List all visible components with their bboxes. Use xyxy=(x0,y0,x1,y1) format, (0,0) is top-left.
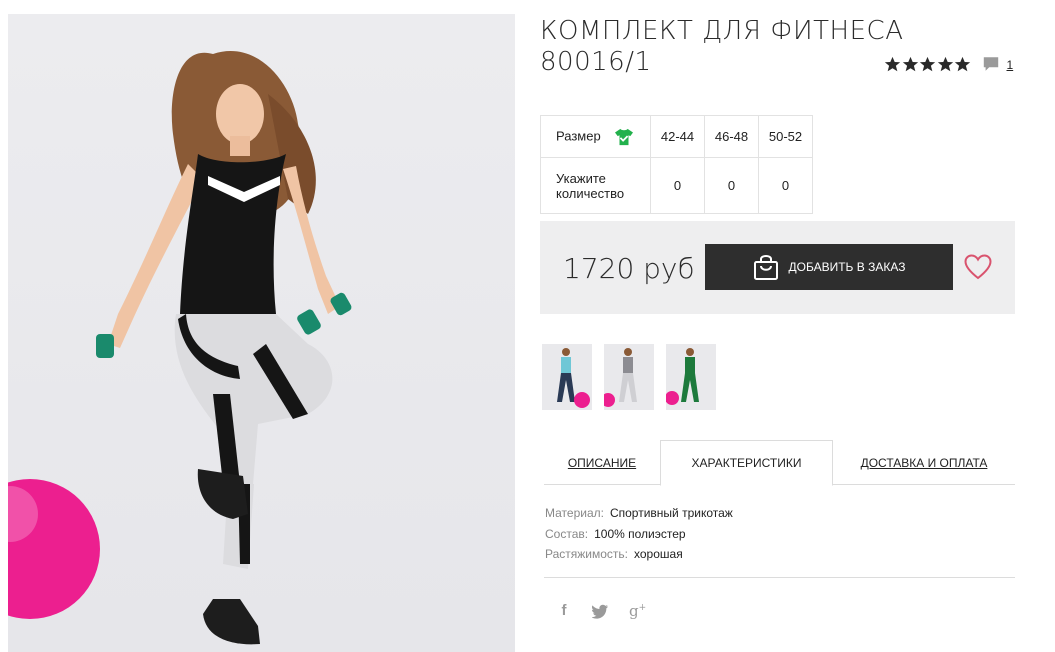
rating: 1 xyxy=(884,56,1013,73)
add-to-order-button[interactable]: ДОБАВИТЬ В ЗАКАЗ xyxy=(705,244,953,290)
tab-delivery-payment-label: ДОСТАВКА И ОПЛАТА xyxy=(860,455,988,470)
divider xyxy=(544,577,1015,578)
size-col: 42-44 xyxy=(650,115,705,158)
characteristics-list: Материал: Спортивный трикотаж Состав: 100%… xyxy=(545,503,733,565)
spec-row: Состав: 100% полиэстер xyxy=(545,524,733,545)
comment-icon[interactable] xyxy=(982,56,1000,73)
tab-characteristics-label: ХАРАКТЕРИСТИКИ xyxy=(691,456,802,470)
quantity-input[interactable]: 0 xyxy=(704,157,759,214)
heart-icon[interactable] xyxy=(964,254,992,280)
tab-description[interactable]: ОПИСАНИЕ xyxy=(544,440,660,485)
buy-box: 1720 руб ДОБАВИТЬ В ЗАКАЗ xyxy=(540,221,1015,314)
star-icon xyxy=(902,56,918,72)
tshirt-size-icon[interactable] xyxy=(614,128,634,146)
spec-key: Материал: xyxy=(545,506,604,520)
size-table: Размер 42-44 46-48 50-52 Укажите количес… xyxy=(540,115,813,214)
thumbnail-gallery xyxy=(542,344,728,410)
share-links: f g+ xyxy=(556,602,665,620)
size-col: 46-48 xyxy=(704,115,759,158)
facebook-icon[interactable]: f xyxy=(556,602,572,620)
spec-key: Состав: xyxy=(545,526,589,541)
tab-description-label: ОПИСАНИЕ xyxy=(567,455,637,470)
spec-value: 100% полиэстер xyxy=(594,526,686,541)
google-plus-icon[interactable]: g+ xyxy=(629,602,646,620)
quantity-label: Укажите количество xyxy=(540,157,651,214)
shopping-bag-icon xyxy=(753,255,778,280)
price: 1720 руб xyxy=(563,252,695,285)
add-to-order-label: ДОБАВИТЬ В ЗАКАЗ xyxy=(788,260,906,274)
spec-key: Растяжимость: xyxy=(545,547,629,561)
thumbnail-image[interactable] xyxy=(542,344,592,410)
tab-characteristics[interactable]: ХАРАКТЕРИСТИКИ xyxy=(660,440,833,486)
model-illustration xyxy=(8,51,352,645)
star-icon xyxy=(919,56,936,72)
spec-value: Спортивный трикотаж xyxy=(609,506,733,520)
star-icon xyxy=(954,56,971,72)
spec-value: хорошая xyxy=(634,547,683,561)
star-icon xyxy=(884,56,901,72)
size-label: Размер xyxy=(556,127,601,143)
size-col: 50-52 xyxy=(758,115,813,158)
star-icon xyxy=(937,56,953,72)
quantity-input[interactable]: 0 xyxy=(758,157,813,214)
product-tabs: ОПИСАНИЕ ХАРАКТЕРИСТИКИ ДОСТАВКА И ОПЛАТ… xyxy=(544,440,1015,486)
twitter-icon[interactable] xyxy=(592,604,609,619)
product-title: КОМПЛЕКТ ДЛЯ ФИТНЕСА 80016/1 xyxy=(540,16,904,77)
quantity-input[interactable]: 0 xyxy=(650,157,705,214)
spec-row: Материал: Спортивный трикотаж xyxy=(545,503,733,524)
spec-row: Растяжимость: хорошая xyxy=(545,544,733,565)
thumbnail-image[interactable] xyxy=(604,344,654,410)
thumbnail-image[interactable] xyxy=(666,344,716,410)
tab-delivery-payment[interactable]: ДОСТАВКА И ОПЛАТА xyxy=(833,440,1015,485)
review-count-link[interactable]: 1 xyxy=(1007,58,1014,72)
product-main-image[interactable] xyxy=(8,14,515,652)
size-label-cell: Размер xyxy=(540,115,651,158)
